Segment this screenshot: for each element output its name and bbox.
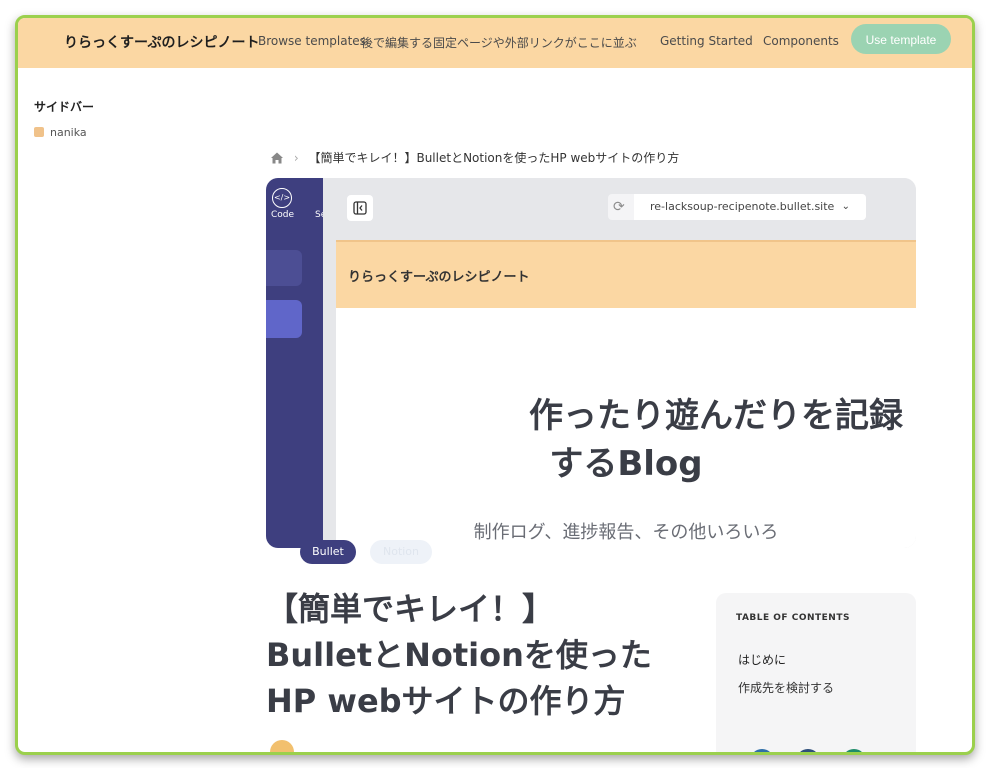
sidebar-item-label: nanika (50, 126, 87, 139)
preview-site-name: りらっくすーぷのレシピノート (348, 270, 530, 285)
panel-button-1[interactable] (266, 250, 302, 286)
toc-item-hajimeni[interactable]: はじめに (738, 651, 786, 668)
url-text: re-lacksoup-recipenote.bullet.site (650, 200, 835, 213)
chevron-down-icon[interactable]: ⌄ (842, 194, 850, 220)
toc-title: TABLE OF CONTENTS (736, 613, 850, 623)
nav-components[interactable]: Components (763, 34, 839, 48)
code-icon[interactable]: </> (272, 188, 292, 208)
panel-collapse-icon (353, 201, 367, 215)
nav-fixed-pages[interactable]: 後で編集する固定ページや外部リンクがここに並ぶ (361, 34, 637, 51)
post-title: 【簡単でキレイ！】 BulletとNotionを使った HP webサイトの作り… (266, 586, 696, 724)
tag-bullet[interactable]: Bullet (300, 540, 356, 564)
table-of-contents: TABLE OF CONTENTS はじめに 作成先を検討する (716, 593, 916, 752)
cat-emoji-icon (34, 127, 44, 137)
post-title-line: HP webサイトの作り方 (266, 682, 626, 720)
breadcrumb-current: 【簡単でキレイ！】BulletとNotionを使ったHP webサイトの作り方 (308, 151, 680, 165)
reload-icon[interactable]: ⟳ (613, 199, 625, 215)
browser-frame: りらっくすーぷのレシピノート Browse templates 後で編集する固定… (15, 15, 975, 755)
url-bar: ⟳ re-lacksoup-recipenote.bullet.site ⌄ (608, 194, 866, 220)
use-template-button[interactable]: Use template (851, 24, 951, 54)
share-facebook-icon[interactable] (796, 749, 820, 752)
url-field[interactable]: re-lacksoup-recipenote.bullet.site ⌄ (634, 194, 866, 220)
toc-item-sakuseisaki[interactable]: 作成先を検討する (738, 679, 834, 696)
sidebar-title: サイドバー (34, 100, 95, 114)
site-name-link[interactable]: りらっくすーぷのレシピノート (64, 32, 259, 52)
preview-site-header: りらっくすーぷのレシピノート (336, 240, 916, 308)
share-twitter-icon[interactable] (750, 749, 774, 752)
home-icon[interactable] (270, 151, 284, 165)
preview-toolbar: ⟳ re-lacksoup-recipenote.bullet.site ⌄ (323, 178, 916, 240)
site-header: りらっくすーぷのレシピノート Browse templates 後で編集する固定… (18, 18, 972, 68)
breadcrumb-separator: › (293, 151, 299, 165)
code-label: Code (271, 210, 295, 220)
preview-heading-line1: 作ったり遊んだりを記録 (529, 396, 903, 436)
breadcrumb: › 【簡単でキレイ！】BulletとNotionを使ったHP webサイトの作り… (270, 149, 679, 165)
nav-getting-started[interactable]: Getting Started (660, 34, 753, 48)
post-title-line: 【簡単でキレイ！】 (266, 590, 555, 628)
preview-page: りらっくすーぷのレシピノート 作ったり遊んだりを記録 するBlog 制作ログ、進… (336, 240, 916, 548)
tag-notion[interactable]: Notion (370, 540, 432, 564)
cover-image: </> Code Se ⟳ re-lacksoup-recipenote.bul… (266, 178, 916, 548)
sidebar-item-nanika[interactable]: nanika (34, 126, 87, 139)
share-line-icon[interactable] (842, 749, 866, 752)
nav-browse-templates[interactable]: Browse templates (258, 34, 366, 48)
author-avatar (270, 740, 294, 752)
editor-side-panel: </> Code Se (266, 178, 326, 548)
sidebar-toggle-button[interactable] (347, 195, 373, 221)
post-title-line: BulletとNotionを使った (266, 636, 652, 674)
preview-heading-line2: するBlog (549, 444, 703, 484)
panel-button-2[interactable] (266, 300, 302, 338)
